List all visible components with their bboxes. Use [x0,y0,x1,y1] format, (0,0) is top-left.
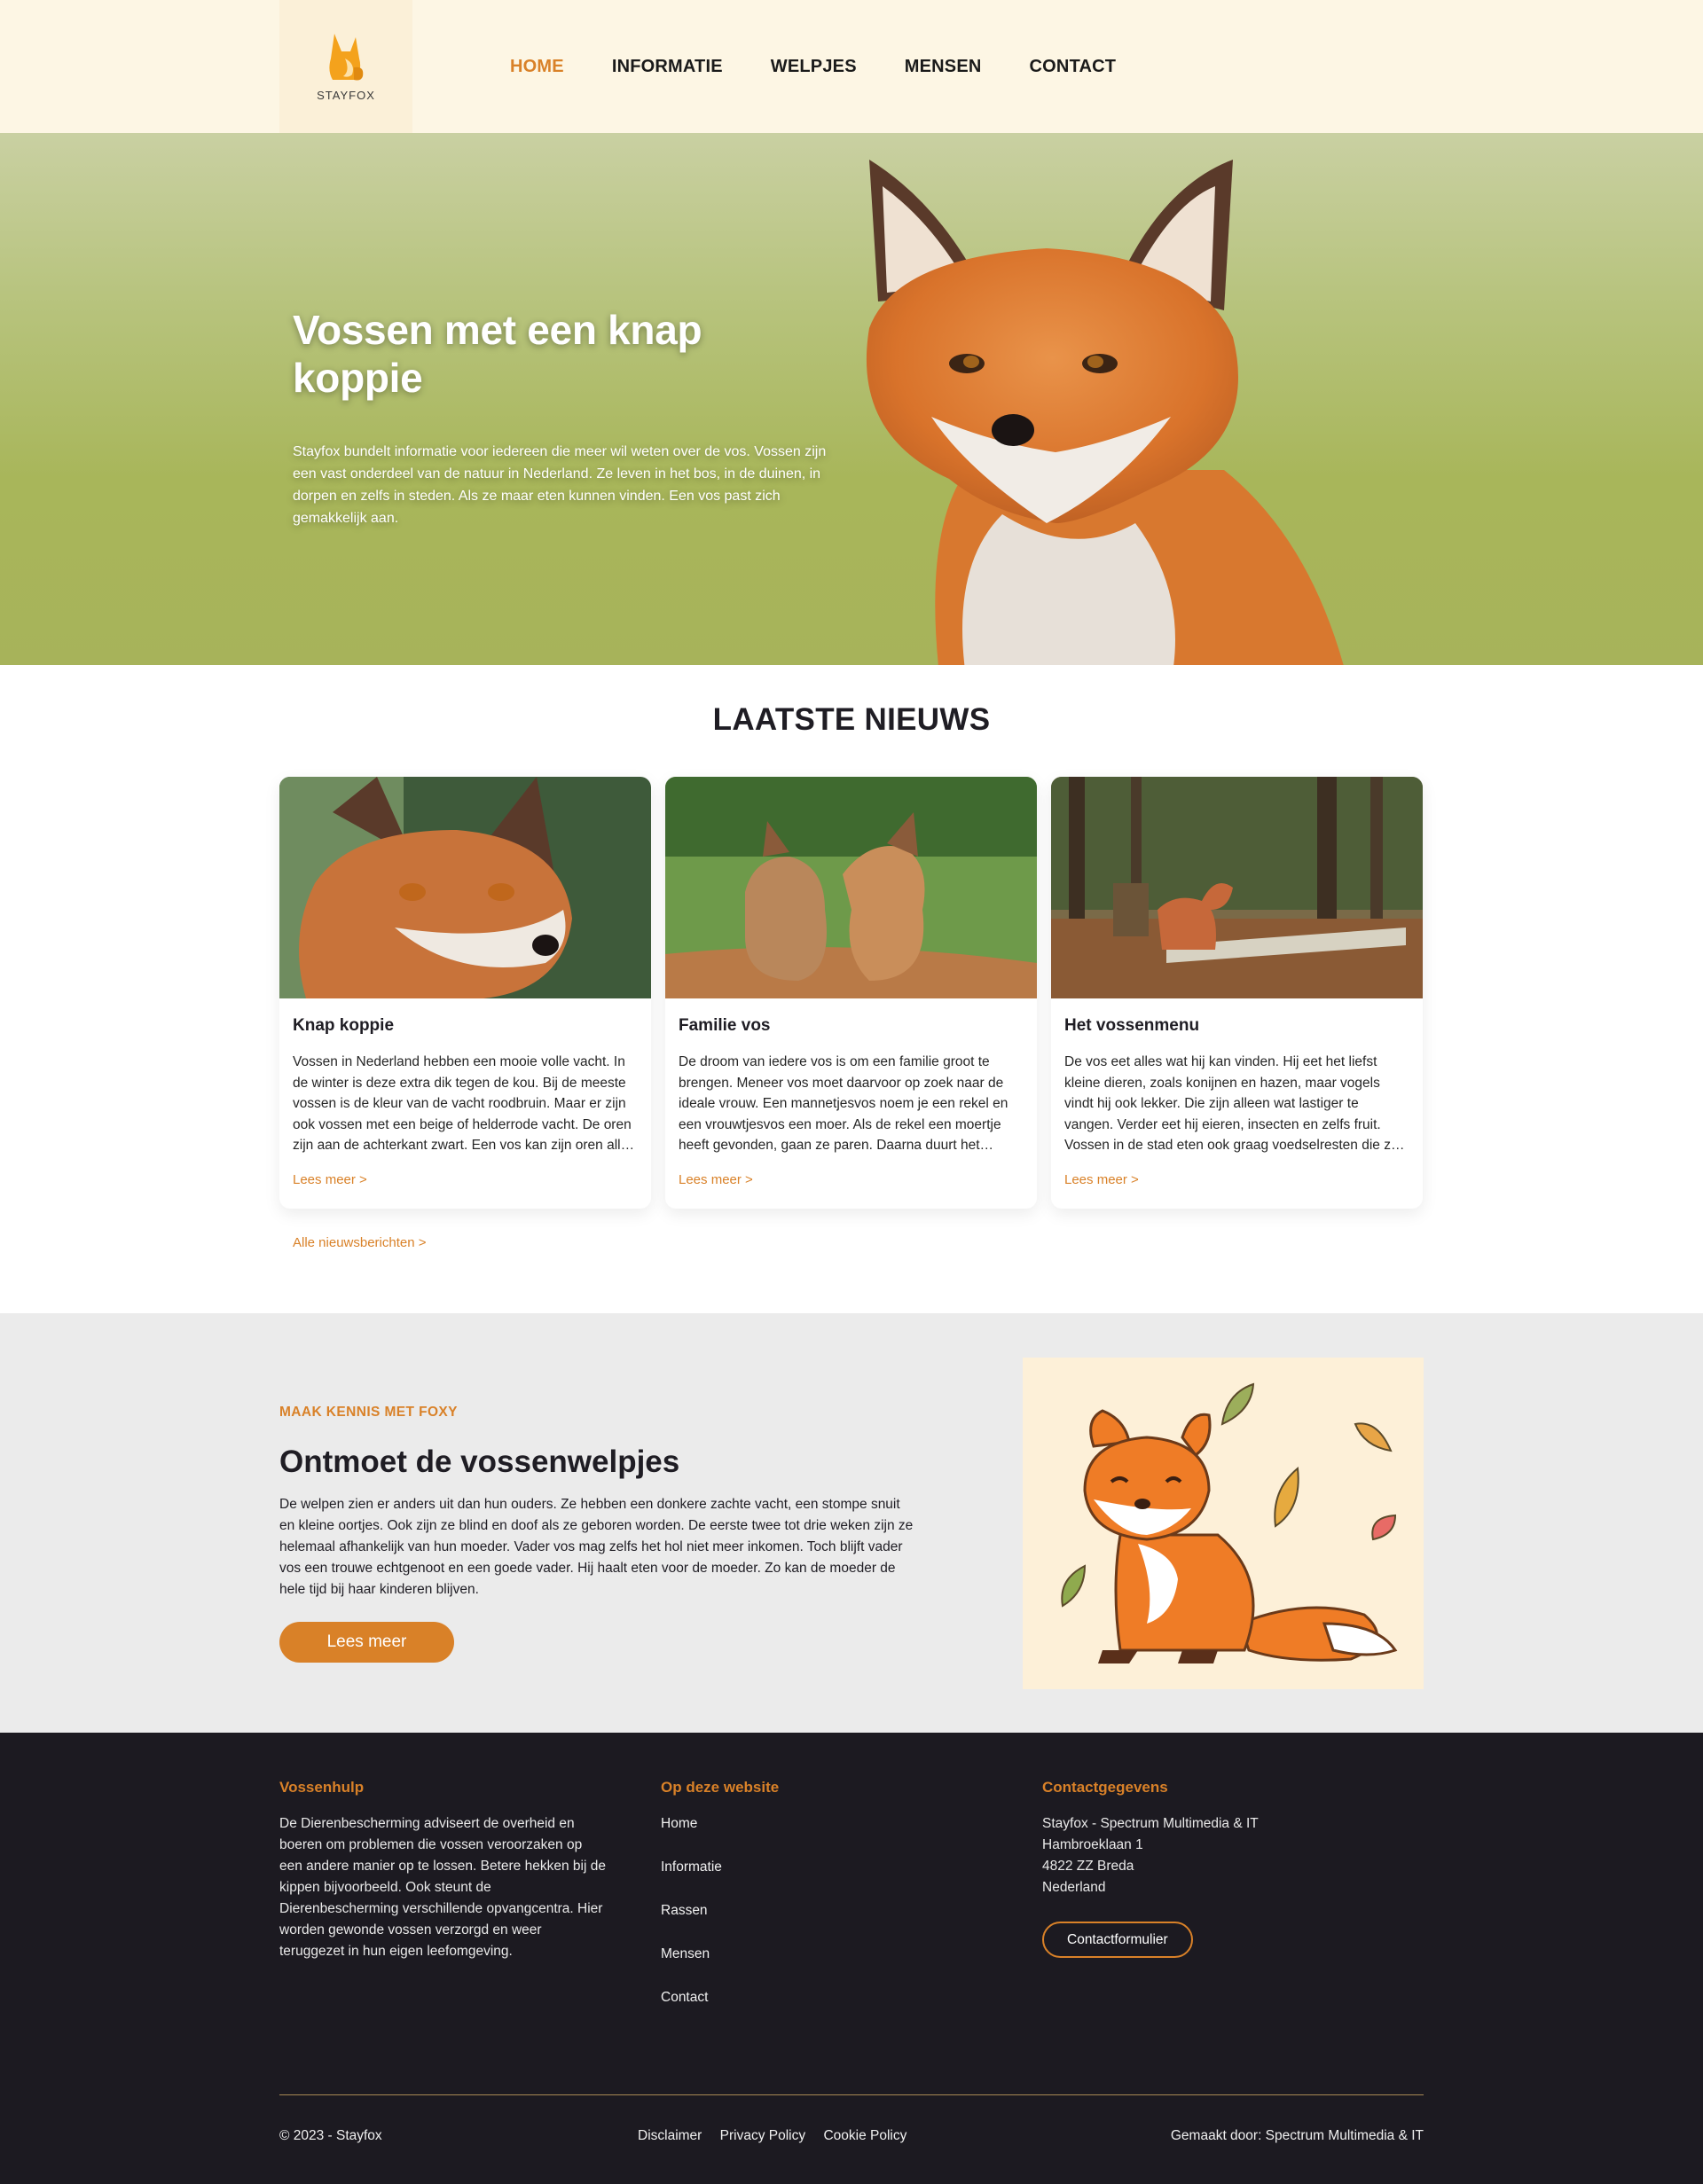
news-card[interactable]: Het vossenmenu De vos eet alles wat hij … [1051,777,1423,1209]
contact-line: Stayfox - Spectrum Multimedia & IT [1042,1816,1259,1831]
contact-form-button[interactable]: Contactformulier [1042,1922,1193,1958]
contact-line: Nederland [1042,1880,1106,1895]
news-cards: Knap koppie Vossen in Nederland hebben e… [279,777,1424,1209]
site-logo[interactable]: STAYFOX [279,0,412,133]
contact-line: Hambroeklaan 1 [1042,1837,1143,1852]
read-more-button[interactable]: Lees meer [279,1622,454,1663]
card-text: De vos eet alles wat hij kan vinden. Hij… [1064,1054,1405,1154]
card-image-fox-forest[interactable] [1051,777,1423,998]
read-more-link[interactable]: Lees meer > [293,1172,637,1187]
disclaimer-link[interactable]: Disclaimer [638,2128,702,2143]
footer-link-home[interactable]: Home [661,1813,927,1835]
news-section: LAATSTE NIEUWS Knap koppie Vossen in Ned… [0,665,1703,1313]
footer-divider [279,2094,1424,2095]
copyright: © 2023 - Stayfox [279,2128,382,2143]
footer-col-contact: Contactgegevens Stayfox - Spectrum Multi… [1042,1779,1424,1958]
meet-section: MAAK KENNIS MET FOXY Ontmoet de vossenwe… [0,1313,1703,1733]
legal-links: Disclaimer Privacy Policy Cookie Policy [638,2128,921,2144]
footer-heading: Contactgegevens [1042,1779,1168,1796]
card-text: Vossen in Nederland hebben een mooie vol… [293,1054,635,1154]
read-more-link[interactable]: Lees meer > [1064,1172,1409,1187]
nav-welpjes[interactable]: WELPJES [771,57,857,77]
contact-line: 4822 ZZ Breda [1042,1859,1134,1874]
news-title: LAATSTE NIEUWS [712,702,991,737]
footer-heading: Vossenhulp [279,1779,365,1796]
hero-title: Vossen met een knap koppie [293,307,702,401]
meet-eyebrow: MAAK KENNIS MET FOXY [279,1405,458,1420]
read-more-link[interactable]: Lees meer > [679,1172,1023,1187]
fox-logo-icon [329,33,364,80]
card-image-fox-cubs[interactable] [665,777,1037,998]
hero-text: Vossen met een knap koppie Stayfox bunde… [293,306,843,529]
foxy-cartoon-image [1023,1358,1424,1689]
card-title[interactable]: Knap koppie [293,1016,637,1036]
nav-home[interactable]: HOME [510,57,564,77]
footer-link-rassen[interactable]: Rassen [661,1900,927,1922]
meet-description: De welpen zien er anders uit dan hun oud… [279,1497,914,1597]
meet-text: MAAK KENNIS MET FOXY Ontmoet de vossenwe… [279,1402,918,1663]
card-title[interactable]: Familie vos [679,1016,1023,1036]
news-card[interactable]: Familie vos De droom van iedere vos is o… [665,777,1037,1209]
site-footer: Vossenhulp De Dierenbescherming adviseer… [0,1733,1703,2184]
site-header: STAYFOX HOME INFORMATIE WELPJES MENSEN C… [0,0,1703,133]
footer-col-sitemap: Op deze website Home Informatie Rassen M… [661,1779,927,2031]
nav-mensen[interactable]: MENSEN [905,57,982,77]
nav-contact[interactable]: CONTACT [1030,57,1117,77]
footer-link-contact[interactable]: Contact [661,1987,927,2008]
hero-description: Stayfox bundelt informatie voor iedereen… [293,444,827,526]
card-title[interactable]: Het vossenmenu [1064,1016,1409,1036]
card-text: De droom van iedere vos is om een famili… [679,1054,1008,1154]
cookie-policy-link[interactable]: Cookie Policy [823,2128,906,2143]
made-by: Gemaakt door: Spectrum Multimedia & IT [1170,2128,1424,2143]
card-image-fox-portrait[interactable] [279,777,651,998]
footer-heading: Op deze website [661,1779,780,1796]
footer-link-informatie[interactable]: Informatie [661,1857,927,1878]
main-nav: HOME INFORMATIE WELPJES MENSEN CONTACT [510,57,1164,77]
hero-fox-image [866,160,1344,665]
footer-link-mensen[interactable]: Mensen [661,1944,927,1965]
privacy-policy-link[interactable]: Privacy Policy [720,2128,805,2143]
footer-text: De Dierenbescherming adviseert de overhe… [279,1816,606,1959]
footer-col-vossenhulp: Vossenhulp De Dierenbescherming adviseer… [279,1779,608,1962]
meet-title: Ontmoet de vossenwelpjes [279,1444,680,1479]
hero-section: Vossen met een knap koppie Stayfox bunde… [0,133,1703,665]
nav-informatie[interactable]: INFORMATIE [612,57,723,77]
all-news-link[interactable]: Alle nieuwsberichten > [293,1235,1424,1250]
logo-text: STAYFOX [317,88,375,102]
news-card[interactable]: Knap koppie Vossen in Nederland hebben e… [279,777,651,1209]
